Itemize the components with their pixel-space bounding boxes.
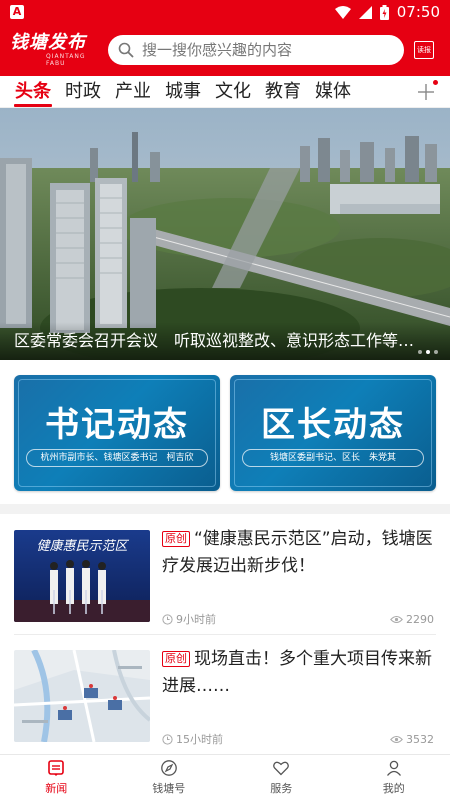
view-count: 3532 <box>390 733 434 746</box>
district-head-news-card[interactable]: 区长动态 钱塘区委副书记、区长 朱党其 <box>230 375 436 491</box>
news-title-text: “健康惠民示范区”启动，钱塘医疗发展迈出新步伐！ <box>162 529 433 576</box>
card-subtitle: 钱塘区委副书记、区长 朱党其 <box>242 449 424 467</box>
card-title: 书记动态 <box>45 405 189 445</box>
tab-education[interactable]: 教育 <box>264 76 302 108</box>
leader-cards: 书记动态 杭州市副市长、钱塘区委书记 柯吉欣 区长动态 钱塘区委副书记、区长 朱… <box>14 375 436 491</box>
nav-services[interactable]: 服务 <box>225 755 338 800</box>
read-paper-button[interactable]: 读报 <box>414 41 434 59</box>
battery-icon <box>379 4 389 20</box>
news-title: 原创 “健康惠民示范区”启动，钱塘医疗发展迈出新步伐！ <box>162 526 434 580</box>
secretary-news-card[interactable]: 书记动态 杭州市副市长、钱塘区委书记 柯吉欣 <box>14 375 220 491</box>
original-tag: 原创 <box>162 531 190 547</box>
publish-time-text: 15小时前 <box>176 733 223 746</box>
news-meta: 9小时前 2290 <box>162 612 434 626</box>
logo-text: 钱塘发布 <box>10 32 86 53</box>
banner-caption-text: 区委常委会召开会议 听取巡视整改、意识形态工作等情况汇报 <box>14 331 424 350</box>
news-icon <box>48 760 65 776</box>
status-time: 07:50 <box>396 3 440 21</box>
publish-time-text: 9小时前 <box>176 613 216 626</box>
compass-icon <box>160 760 177 776</box>
tab-politics[interactable]: 时政 <box>64 76 102 108</box>
news-item[interactable]: 健康惠民示范区 原创 “健康惠民示范区”启动，钱塘医疗发展迈出新步伐！ 9小时前 … <box>14 526 436 642</box>
tab-industry[interactable]: 产业 <box>114 76 152 108</box>
card-title: 区长动态 <box>261 405 405 445</box>
clock-icon <box>162 613 173 625</box>
eye-icon <box>390 615 403 623</box>
original-tag: 原创 <box>162 651 190 667</box>
person-icon <box>386 760 401 776</box>
thumbnail-banner-text: 健康惠民示范区 <box>36 538 129 554</box>
status-bar: A 07:50 <box>0 0 450 24</box>
carousel-indicators <box>418 350 438 354</box>
clock-icon <box>162 733 173 745</box>
tab-city[interactable]: 城事 <box>164 76 202 108</box>
heart-icon <box>273 761 290 776</box>
news-title-text: 现场直击！多个重大项目传来新进展…… <box>162 649 432 696</box>
card-subtitle: 杭州市副市长、钱塘区委书记 柯吉欣 <box>26 449 208 467</box>
list-separator <box>14 634 436 635</box>
view-count-text: 3532 <box>406 732 434 746</box>
carousel-dot-active <box>426 350 430 354</box>
search-bar[interactable] <box>108 35 404 65</box>
wifi-icon <box>334 5 351 19</box>
nav-news[interactable]: 新闻 <box>0 755 113 800</box>
headline-carousel[interactable]: 区委常委会召开会议 听取巡视整改、意识形态工作等情况汇报 <box>0 108 450 360</box>
nav-qiantang-hao-label: 钱塘号 <box>152 782 186 795</box>
bottom-navigation: 新闻 钱塘号 服务 我的 <box>0 754 450 800</box>
carousel-dot <box>434 350 438 354</box>
nav-profile-label: 我的 <box>382 782 405 795</box>
cellular-signal-icon <box>358 5 372 19</box>
banner-caption[interactable]: 区委常委会召开会议 听取巡视整改、意识形态工作等情况汇报 <box>0 322 450 360</box>
tab-media[interactable]: 媒体 <box>314 76 352 108</box>
new-channel-dot <box>433 80 438 85</box>
news-meta: 15小时前 3532 <box>162 732 434 746</box>
eye-icon <box>390 735 403 743</box>
publish-time: 15小时前 <box>162 731 223 747</box>
logo-subtext: QIANTANG FABU <box>46 53 86 67</box>
app-notification-icon: A <box>10 5 24 19</box>
section-divider <box>0 504 450 514</box>
publish-time: 9小时前 <box>162 611 216 627</box>
app-logo: 钱塘发布 QIANTANG FABU <box>10 32 94 68</box>
view-count: 2290 <box>390 613 434 626</box>
nav-qiantang-hao[interactable]: 钱塘号 <box>113 755 226 800</box>
news-thumbnail <box>14 650 150 742</box>
news-item[interactable]: 原创 现场直击！多个重大项目传来新进展…… 15小时前 3532 <box>14 646 436 762</box>
search-icon <box>118 42 134 58</box>
search-input[interactable] <box>142 41 392 59</box>
carousel-dot <box>418 350 422 354</box>
nav-services-label: 服务 <box>270 782 293 795</box>
tab-headlines[interactable]: 头条 <box>14 76 52 108</box>
view-count-text: 2290 <box>406 612 434 626</box>
category-tabs: 头条 时政 产业 城事 文化 教育 媒体 <box>0 76 450 108</box>
news-title: 原创 现场直击！多个重大项目传来新进展…… <box>162 646 434 700</box>
tab-culture[interactable]: 文化 <box>214 76 252 108</box>
nav-profile[interactable]: 我的 <box>338 755 450 800</box>
nav-news-label: 新闻 <box>45 782 68 795</box>
read-paper-label: 读报 <box>417 46 431 54</box>
app-header: 钱塘发布 QIANTANG FABU 读报 <box>0 24 450 76</box>
news-thumbnail: 健康惠民示范区 <box>14 530 150 622</box>
